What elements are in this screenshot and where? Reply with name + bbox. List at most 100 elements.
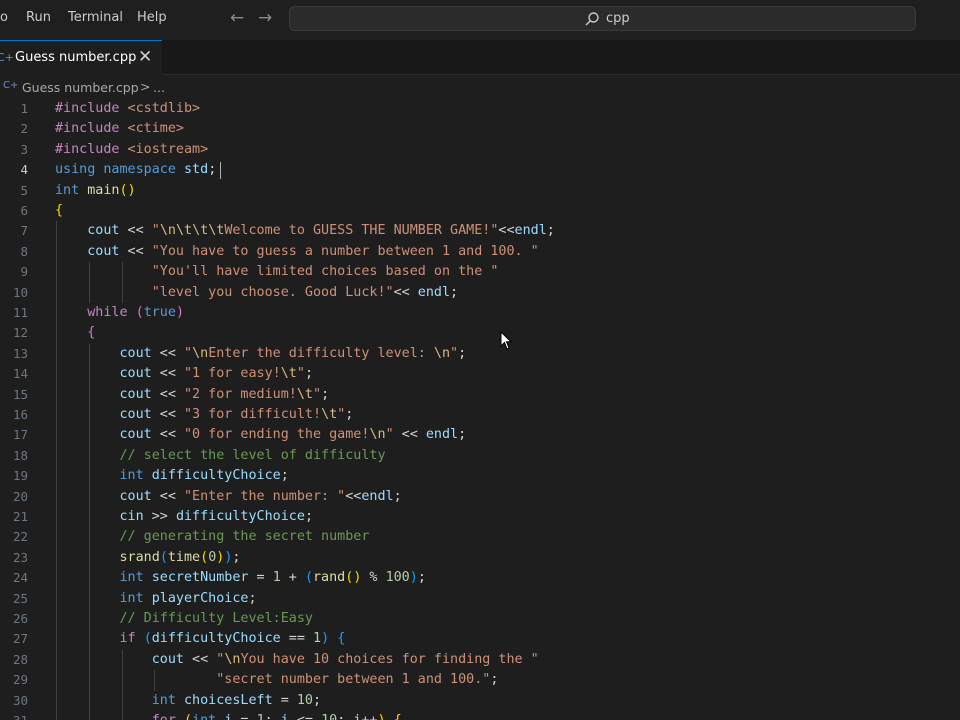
line-number: 14 xyxy=(12,366,28,382)
indent-guide xyxy=(121,649,123,671)
indent-guide xyxy=(56,323,57,344)
code-text: int playerChoice; xyxy=(119,590,257,606)
code-line[interactable]: 2 #include <ctime> xyxy=(0,119,960,139)
code-text: cout << "\n\t\t\tWelcome to GUESS THE NU… xyxy=(87,223,555,239)
code-line[interactable]: 30 int choicesLeft = 10; xyxy=(0,690,960,711)
indent-guide xyxy=(88,364,90,385)
code-text: cout << "\nEnter the difficulty level: \… xyxy=(119,345,467,361)
code-line[interactable]: 8 cout << "You have to guess a number be… xyxy=(0,241,960,263)
indent-guide xyxy=(88,425,90,446)
search-text: cpp xyxy=(606,11,630,26)
indent-guide xyxy=(121,670,123,691)
back-arrow-icon[interactable]: ← xyxy=(230,8,244,28)
code-line[interactable]: 19 int difficultyChoice; xyxy=(0,466,960,487)
code-line[interactable]: 1 #include <cstdlib> xyxy=(0,99,960,119)
line-number: 2 xyxy=(20,121,28,137)
indent-guide xyxy=(121,262,123,283)
line-number: 24 xyxy=(12,570,28,586)
line-number: 17 xyxy=(12,427,28,443)
code-editor[interactable]: 1 #include <cstdlib> 2 #include <ctime> 3 #in… xyxy=(0,99,960,720)
code-text: cout << "You have to guess a number betw… xyxy=(87,243,539,259)
code-line[interactable]: 18 // select the level of difficulty xyxy=(0,445,960,467)
menu-item-go[interactable]: o xyxy=(0,10,8,25)
indent-guide xyxy=(56,670,57,691)
indent-guide xyxy=(56,711,57,720)
indent-guide xyxy=(88,343,90,365)
code-text: int difficultyChoice; xyxy=(119,468,289,484)
code-line[interactable]: 6{ xyxy=(0,201,960,221)
code-line[interactable]: 29 "secret number between 1 and 100."; xyxy=(0,670,960,691)
indent-guide xyxy=(88,609,90,630)
indent-guide xyxy=(88,649,90,671)
indent-guide xyxy=(56,609,57,630)
indent-guide xyxy=(88,466,90,487)
code-line[interactable]: 27 if (difficultyChoice == 1) { xyxy=(0,629,960,650)
line-number: 19 xyxy=(12,468,28,484)
indent-guide xyxy=(154,670,156,691)
text-cursor xyxy=(220,162,221,180)
line-number: 11 xyxy=(12,305,28,320)
indent-guide xyxy=(56,262,57,283)
indent-guide xyxy=(56,384,57,405)
indent-guide xyxy=(56,690,57,711)
code-line[interactable]: 23 srand(time(0)); xyxy=(0,547,960,569)
line-number: 5 xyxy=(20,182,28,198)
line-number: 8 xyxy=(20,243,28,259)
indent-guide xyxy=(88,486,90,507)
code-line[interactable]: 15 cout << "2 for medium!\t"; xyxy=(0,384,960,405)
indent-guide xyxy=(56,241,57,263)
code-line[interactable]: 7 cout << "\n\t\t\tWelcome to GUESS THE … xyxy=(0,221,960,242)
code-line[interactable]: 20 cout << "Enter the number: "<<endl; xyxy=(0,486,960,507)
code-line[interactable]: 11 while (true) xyxy=(0,303,960,324)
indent-guide xyxy=(56,303,57,324)
code-line[interactable]: 16 cout << "3 for difficult!\t"; xyxy=(0,405,960,426)
search-icon xyxy=(585,12,599,26)
line-number: 12 xyxy=(12,325,28,341)
line-number: 28 xyxy=(12,651,28,667)
line-number: 1 xyxy=(20,101,28,116)
code-line[interactable]: 10 "level you choose. Good Luck!"<< endl… xyxy=(0,282,960,303)
code-line[interactable]: 31 for (int i = 1; i <= 10; i++) { xyxy=(0,711,960,720)
code-line[interactable]: 28 cout << "\nYou have 10 choices for fi… xyxy=(0,649,960,671)
line-number: 26 xyxy=(12,611,28,626)
code-line[interactable]: 12 { xyxy=(0,323,960,344)
breadcrumb-symbols[interactable]: ... xyxy=(153,80,165,95)
code-line[interactable]: 24 int secretNumber = 1 + (rand() % 100)… xyxy=(0,568,960,589)
breadcrumb-separator: > xyxy=(140,79,151,94)
code-line[interactable]: 13 cout << "\nEnter the difficulty level… xyxy=(0,343,960,365)
code-line[interactable]: 25 int playerChoice; xyxy=(0,588,960,609)
line-number: 23 xyxy=(12,549,28,565)
indent-guide xyxy=(88,527,90,548)
menu-item-run[interactable]: Run xyxy=(26,10,51,25)
menu-item-terminal[interactable]: Terminal xyxy=(68,10,123,25)
forward-arrow-icon[interactable]: → xyxy=(258,8,272,28)
code-line[interactable]: 26 // Difficulty Level:Easy xyxy=(0,609,960,630)
code-text: // select the level of difficulty xyxy=(119,447,386,463)
code-line[interactable]: 22 // generating the secret number xyxy=(0,527,960,548)
code-line[interactable]: 3 #include <iostream> xyxy=(0,140,960,160)
indent-guide xyxy=(56,527,57,548)
line-number: 29 xyxy=(12,672,28,688)
command-center-search[interactable]: cpp xyxy=(289,6,916,31)
indent-guide xyxy=(88,282,90,303)
menu-item-help[interactable]: Help xyxy=(137,10,167,25)
tab-guess-number-cpp[interactable]: C+ Guess number.cpp ✕ xyxy=(0,40,162,75)
code-line[interactable]: 17 cout << "0 for ending the game!\n" <<… xyxy=(0,425,960,446)
line-number: 25 xyxy=(12,590,28,606)
code-line[interactable]: 9 "You'll have limited choices based on … xyxy=(0,262,960,283)
line-number: 15 xyxy=(12,386,28,402)
code-text: using namespace std; xyxy=(55,162,217,178)
code-text: int choicesLeft = 10; xyxy=(151,692,322,708)
code-line[interactable]: 14 cout << "1 for easy!\t"; xyxy=(0,364,960,385)
cpp-file-icon: C+ xyxy=(3,80,19,91)
indent-guide xyxy=(88,690,90,711)
code-line[interactable]: 21 cin >> difficultyChoice; xyxy=(0,507,960,528)
code-line[interactable]: 4 using namespace std; xyxy=(0,160,960,180)
close-icon[interactable]: ✕ xyxy=(138,47,152,67)
indent-guide xyxy=(56,547,57,569)
breadcrumb-file[interactable]: Guess number.cpp xyxy=(22,80,139,95)
title-bar: o Run Terminal Help ← → cpp xyxy=(0,0,960,40)
indent-guide xyxy=(121,282,123,303)
code-text: cout << "\nYou have 10 choices for findi… xyxy=(151,651,539,667)
code-line[interactable]: 5 int main() xyxy=(0,181,960,201)
